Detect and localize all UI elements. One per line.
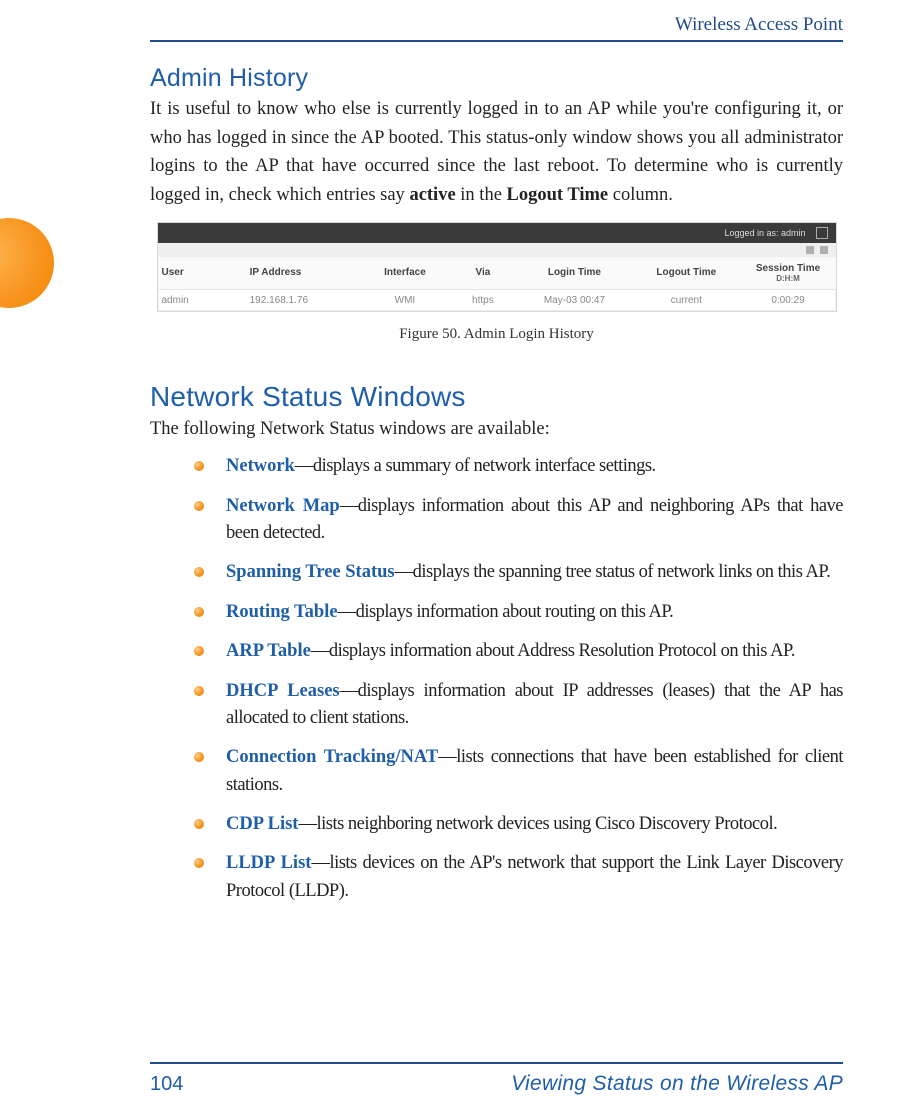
top-rule xyxy=(150,40,843,42)
list-item-text: —displays a summary of network interface… xyxy=(295,456,656,476)
list-item-text: —lists devices on the AP's network that … xyxy=(226,853,843,900)
list-item-link[interactable]: DHCP Leases xyxy=(226,681,340,701)
th-session-time: Session Time D:H:M xyxy=(741,257,836,290)
para-tail: column. xyxy=(608,185,673,205)
th-via: Via xyxy=(449,257,517,290)
running-head: Wireless Access Point xyxy=(150,14,843,36)
topbar-square-icon xyxy=(816,227,828,239)
th-login-time: Login Time xyxy=(517,257,632,290)
list-item-link[interactable]: CDP List xyxy=(226,814,298,834)
figure-caption: Figure 50. Admin Login History xyxy=(157,326,837,343)
table-row: admin 192.168.1.76 WMI https May-03 00:4… xyxy=(158,289,836,311)
admin-history-table: User IP Address Interface Via Login Time… xyxy=(158,257,836,311)
cell-logout-time: current xyxy=(632,289,740,311)
figure-admin-login-history: Logged in as: admin User IP Address Inte… xyxy=(157,222,837,343)
list-item-link[interactable]: LLDP List xyxy=(226,853,311,873)
page: Wireless Access Point Admin History It i… xyxy=(0,0,901,1114)
list-item-link[interactable]: Network Map xyxy=(226,496,340,516)
page-footer: 104 Viewing Status on the Wireless AP xyxy=(150,1072,843,1096)
cell-user: admin xyxy=(158,289,246,311)
list-item-link[interactable]: Spanning Tree Status xyxy=(226,562,395,582)
list-item-text: —lists neighboring network devices using… xyxy=(298,814,777,834)
logged-in-label: Logged in as: admin xyxy=(724,228,805,238)
list-item-text: —displays information about Address Reso… xyxy=(311,641,795,661)
toolbar-icon xyxy=(820,246,828,254)
network-status-list: Network—displays a summary of network in… xyxy=(150,453,843,905)
list-item: Network—displays a summary of network in… xyxy=(194,453,843,480)
para-bold-logout-time: Logout Time xyxy=(507,185,609,205)
list-item-link[interactable]: Connection Tracking/NAT xyxy=(226,747,438,767)
list-item: Network Map—displays information about t… xyxy=(194,493,843,548)
list-item-link[interactable]: ARP Table xyxy=(226,641,311,661)
figure-topbar: Logged in as: admin xyxy=(158,223,836,243)
list-item: Connection Tracking/NAT—lists connection… xyxy=(194,744,843,799)
list-item: CDP List—lists neighboring network devic… xyxy=(194,811,843,838)
cell-ip: 192.168.1.76 xyxy=(246,289,361,311)
list-item: LLDP List—lists devices on the AP's netw… xyxy=(194,850,843,905)
figure-toolbar xyxy=(158,243,836,257)
admin-history-paragraph: It is useful to know who else is current… xyxy=(150,95,843,210)
para-bold-active: active xyxy=(409,185,455,205)
toolbar-icon xyxy=(806,246,814,254)
section-heading-network-status: Network Status Windows xyxy=(150,381,843,413)
th-session-time-sub: D:H:M xyxy=(745,274,832,283)
list-item: Spanning Tree Status—displays the spanni… xyxy=(194,559,843,586)
page-number: 104 xyxy=(150,1073,183,1096)
network-status-intro: The following Network Status windows are… xyxy=(150,415,843,444)
list-item-text: —displays the spanning tree status of ne… xyxy=(395,562,831,582)
section-heading-admin-history: Admin History xyxy=(150,64,843,93)
table-header-row: User IP Address Interface Via Login Time… xyxy=(158,257,836,290)
para-mid: in the xyxy=(456,185,507,205)
cell-login-time: May-03 00:47 xyxy=(517,289,632,311)
list-item-link[interactable]: Network xyxy=(226,456,295,476)
th-ip: IP Address xyxy=(246,257,361,290)
figure-screenshot: Logged in as: admin User IP Address Inte… xyxy=(157,222,837,312)
footer-rule xyxy=(150,1062,843,1064)
list-item: DHCP Leases—displays information about I… xyxy=(194,678,843,733)
cell-session-time: 0:00:29 xyxy=(741,289,836,311)
list-item-text: —displays information about routing on t… xyxy=(338,602,674,622)
side-tab-decoration xyxy=(0,218,54,308)
list-item: Routing Table—displays information about… xyxy=(194,599,843,626)
cell-interface: WMI xyxy=(361,289,449,311)
th-logout-time: Logout Time xyxy=(632,257,740,290)
list-item-link[interactable]: Routing Table xyxy=(226,602,338,622)
list-item: ARP Table—displays information about Add… xyxy=(194,638,843,665)
th-user: User xyxy=(158,257,246,290)
footer-text: Viewing Status on the Wireless AP xyxy=(511,1072,843,1096)
th-interface: Interface xyxy=(361,257,449,290)
cell-via: https xyxy=(449,289,517,311)
th-session-time-label: Session Time xyxy=(756,263,820,274)
